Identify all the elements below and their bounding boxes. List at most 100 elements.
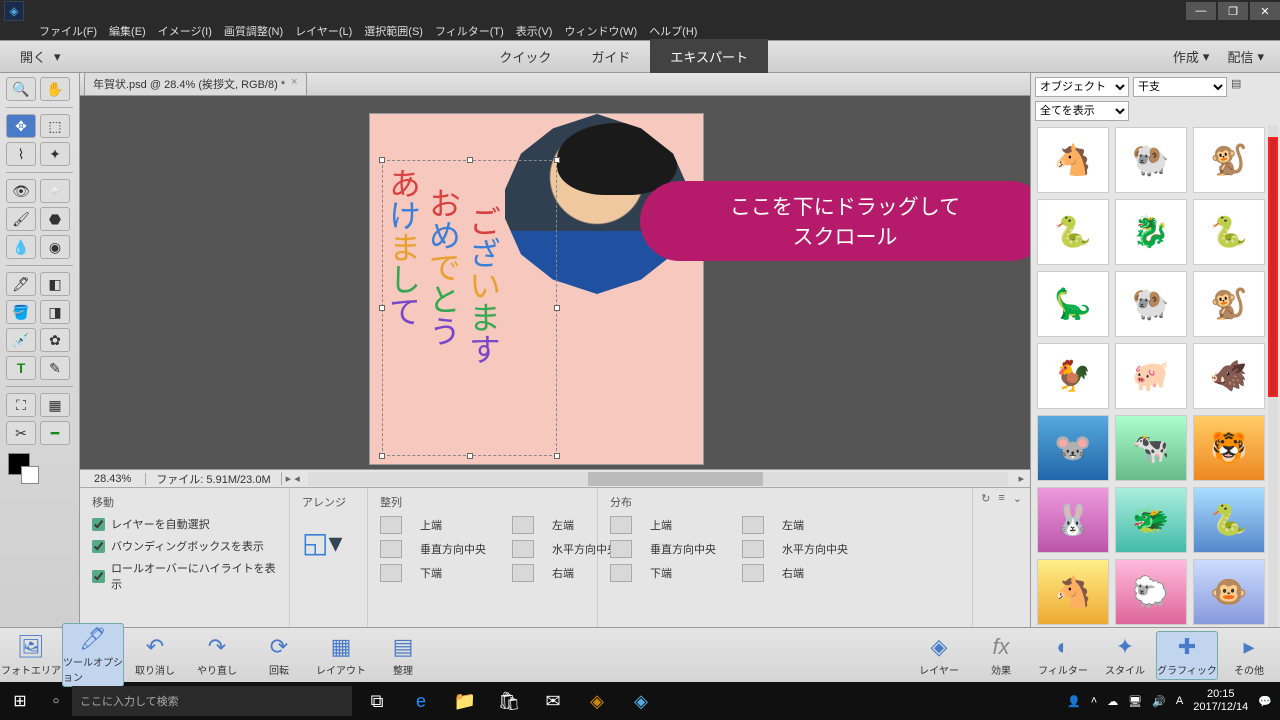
crop-tool[interactable]: ⛶ bbox=[6, 393, 36, 417]
graphic-thumb[interactable]: 🐑 bbox=[1115, 559, 1187, 625]
menu-edit[interactable]: 編集(E) bbox=[106, 23, 149, 39]
styles-button[interactable]: ✦スタイル bbox=[1094, 632, 1156, 679]
graphic-thumb[interactable]: 🐏 bbox=[1115, 271, 1187, 337]
organize-button[interactable]: ▤整理 bbox=[372, 632, 434, 679]
filter-show-select[interactable]: 全てを表示 bbox=[1035, 101, 1129, 121]
more-button[interactable]: ▸その他 bbox=[1218, 632, 1280, 679]
graphic-thumb[interactable]: 🐯 bbox=[1193, 415, 1265, 481]
graphic-thumb[interactable]: 🐴 bbox=[1037, 127, 1109, 193]
redo-button[interactable]: ↷やり直し bbox=[186, 632, 248, 679]
scroll-right-icon[interactable]: ▸ bbox=[1012, 472, 1030, 485]
bounding-box-checkbox[interactable]: バウンディングボックスを表示 bbox=[92, 538, 277, 554]
sponge-tool[interactable]: ◉ bbox=[40, 235, 70, 259]
graphic-thumb[interactable]: 🐭 bbox=[1037, 415, 1109, 481]
document-tab[interactable]: 年賀状.psd @ 28.4% (挨拶文, RGB/8) * × bbox=[84, 72, 307, 95]
graphic-thumb[interactable]: 🐒 bbox=[1193, 271, 1265, 337]
network-icon[interactable]: 🖥 bbox=[1128, 695, 1142, 708]
align-bottom-button[interactable] bbox=[380, 564, 402, 582]
store-icon[interactable]: 🛍 bbox=[488, 682, 530, 720]
text-tool[interactable]: T bbox=[6, 356, 36, 380]
stamp-tool[interactable]: ⬣ bbox=[40, 207, 70, 231]
explorer-icon[interactable]: 📁 bbox=[444, 682, 486, 720]
handle[interactable] bbox=[554, 305, 560, 311]
graphic-thumb[interactable]: 🐄 bbox=[1115, 415, 1187, 481]
bucket-tool[interactable]: 🪣 bbox=[6, 300, 36, 324]
panel-menu-icon[interactable]: ▤ bbox=[1231, 77, 1241, 97]
pencil-tool[interactable]: ✎ bbox=[40, 356, 70, 380]
task-view-icon[interactable]: ⧉ bbox=[356, 682, 398, 720]
text-selection-box[interactable]: あけまして おめでとう ございます bbox=[382, 160, 557, 456]
dist-top-button[interactable] bbox=[610, 516, 632, 534]
menu-image[interactable]: イメージ(I) bbox=[155, 23, 215, 39]
background-color[interactable] bbox=[21, 466, 39, 484]
volume-icon[interactable]: 🔊 bbox=[1152, 695, 1166, 708]
shape-tool[interactable]: ✿ bbox=[40, 328, 70, 352]
move-tool[interactable]: ✥ bbox=[6, 114, 36, 138]
lasso-tool[interactable]: ⌇ bbox=[6, 142, 36, 166]
graphics-scrollbar[interactable] bbox=[1268, 125, 1278, 627]
graphic-thumb[interactable]: 🐏 bbox=[1115, 127, 1187, 193]
brush-tool[interactable]: 🖌 bbox=[6, 207, 36, 231]
app-icon-2[interactable]: ◈ bbox=[620, 682, 662, 720]
graphic-thumb[interactable]: 🐉 bbox=[1115, 199, 1187, 265]
color-swatches[interactable] bbox=[6, 449, 73, 475]
cortana-icon[interactable]: ○ bbox=[40, 695, 72, 707]
align-left-button[interactable] bbox=[512, 516, 534, 534]
menu-help[interactable]: ヘルプ(H) bbox=[646, 23, 700, 39]
graphic-thumb[interactable]: 🐒 bbox=[1193, 127, 1265, 193]
graphic-thumb[interactable]: 🐗 bbox=[1193, 343, 1265, 409]
cookie-cutter-tool[interactable]: ✂ bbox=[6, 421, 36, 445]
share-button[interactable]: 配信 ▾ bbox=[1221, 47, 1270, 66]
statusbar-arrows[interactable]: ▸ ◂ bbox=[281, 472, 304, 485]
graphic-thumb[interactable]: 🐓 bbox=[1037, 343, 1109, 409]
tab-expert[interactable]: エキスパート bbox=[650, 39, 768, 74]
minimize-button[interactable]: — bbox=[1186, 2, 1216, 20]
handle[interactable] bbox=[379, 157, 385, 163]
onedrive-icon[interactable]: ☁ bbox=[1107, 695, 1118, 708]
start-button[interactable]: ⊞ bbox=[0, 682, 40, 720]
dist-bottom-button[interactable] bbox=[610, 564, 632, 582]
effects-button[interactable]: fx効果 bbox=[970, 632, 1032, 679]
menu-filter[interactable]: フィルター(T) bbox=[432, 23, 507, 39]
handle[interactable] bbox=[379, 453, 385, 459]
tool-options-button[interactable]: 🖊ツールオプション bbox=[62, 623, 124, 687]
eyedropper-tool[interactable]: 💉 bbox=[6, 328, 36, 352]
horizontal-scrollbar[interactable] bbox=[308, 472, 1009, 486]
dist-right-button[interactable] bbox=[742, 564, 764, 582]
arrange-icon[interactable]: ◱▾ bbox=[302, 516, 355, 559]
gradient-tool[interactable]: ◨ bbox=[40, 300, 70, 324]
options-collapse-icon[interactable]: ⌄ bbox=[1013, 492, 1022, 623]
rollover-highlight-checkbox[interactable]: ロールオーバーにハイライトを表示 bbox=[92, 560, 277, 592]
people-icon[interactable]: 👤 bbox=[1067, 695, 1081, 708]
auto-select-checkbox[interactable]: レイヤーを自動選択 bbox=[92, 516, 277, 532]
app-icon[interactable]: ◈ bbox=[576, 682, 618, 720]
layout-button[interactable]: ▦レイアウト bbox=[310, 632, 372, 679]
ime-icon[interactable]: A bbox=[1176, 695, 1183, 707]
canvas-area[interactable]: あけまして おめでとう ございます ここを下にドラッグして スクロール bbox=[80, 96, 1030, 469]
handle[interactable] bbox=[554, 157, 560, 163]
menu-view[interactable]: 表示(V) bbox=[513, 23, 556, 39]
blur-tool[interactable]: 💧 bbox=[6, 235, 36, 259]
dist-vcenter-button[interactable] bbox=[610, 540, 632, 558]
rotate-button[interactable]: ⟳回転 bbox=[248, 632, 310, 679]
graphics-button[interactable]: ✚グラフィック bbox=[1156, 631, 1218, 680]
tab-quick[interactable]: クイック bbox=[479, 39, 571, 74]
options-menu-icon[interactable]: ≡ bbox=[998, 492, 1004, 623]
align-vcenter-button[interactable] bbox=[380, 540, 402, 558]
handle[interactable] bbox=[554, 453, 560, 459]
photo-bin-button[interactable]: 🖼フォトエリア bbox=[0, 632, 62, 679]
handle[interactable] bbox=[467, 453, 473, 459]
tab-close-icon[interactable]: × bbox=[291, 76, 297, 92]
options-reset-icon[interactable]: ↻ bbox=[981, 492, 990, 623]
menu-adjust[interactable]: 画質調整(N) bbox=[221, 23, 286, 39]
mail-icon[interactable]: ✉ bbox=[532, 682, 574, 720]
filters-button[interactable]: ◐フィルター bbox=[1032, 632, 1094, 679]
foreground-color[interactable] bbox=[8, 453, 30, 475]
hand-tool[interactable]: ✋ bbox=[40, 77, 70, 101]
zoom-tool[interactable]: 🔍 bbox=[6, 77, 36, 101]
dist-left-button[interactable] bbox=[742, 516, 764, 534]
graphic-thumb[interactable]: 🐖 bbox=[1115, 343, 1187, 409]
close-button[interactable]: ✕ bbox=[1250, 2, 1280, 20]
clock[interactable]: 20:15 2017/12/14 bbox=[1193, 688, 1248, 714]
align-right-button[interactable] bbox=[512, 564, 534, 582]
